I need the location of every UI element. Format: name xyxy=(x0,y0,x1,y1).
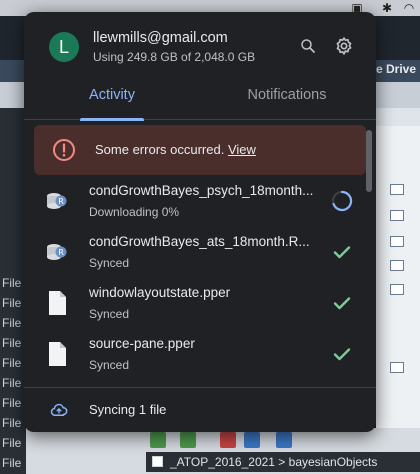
error-message: Some errors occurred. xyxy=(95,142,225,157)
active-tab-indicator xyxy=(80,118,144,121)
bluetooth-icon[interactable]: ✱ xyxy=(378,0,396,16)
settings-button[interactable] xyxy=(332,34,356,58)
wifi-icon[interactable]: ◠ xyxy=(400,0,418,16)
r-data-file-icon: R xyxy=(47,193,67,209)
table-icon xyxy=(390,184,404,195)
background-strip xyxy=(376,108,420,126)
new-folder-icon[interactable] xyxy=(150,432,166,448)
search-icon xyxy=(301,39,315,53)
gear-icon xyxy=(336,37,352,55)
svg-text:R: R xyxy=(58,197,64,206)
file-name: condGrowthBayes_ats_18month.R... xyxy=(89,234,310,249)
table-icon xyxy=(390,210,404,221)
table-icon xyxy=(390,236,404,247)
checkmark-icon xyxy=(333,297,351,310)
background-file-label: File xyxy=(2,356,22,370)
path-bar: _ATOP_2016_2021 > bayesianObjects xyxy=(146,452,420,472)
background-bottom-toolbar: _ATOP_2016_2021 > bayesianObjects xyxy=(26,428,420,474)
background-file-label: File xyxy=(2,436,22,450)
file-name: source-pane.pper xyxy=(89,336,195,351)
select-checkbox[interactable] xyxy=(152,456,163,467)
file-name: condGrowthBayes_psych_18month... xyxy=(89,183,314,198)
view-errors-link[interactable]: View xyxy=(228,142,256,157)
svg-text:R: R xyxy=(58,248,64,257)
tab-activity[interactable]: Activity xyxy=(64,80,160,121)
error-banner: Some errors occurred. View xyxy=(34,125,366,175)
tab-activity-label: Activity xyxy=(89,87,135,103)
background-file-label: File xyxy=(2,416,22,430)
background-file-label: File xyxy=(2,296,22,310)
background-file-label: File xyxy=(2,336,22,350)
error-icon xyxy=(53,139,75,161)
error-text: Some errors occurred. View xyxy=(95,142,256,157)
checkmark-icon xyxy=(333,348,351,361)
background-file-list: File File File File File File File File … xyxy=(0,108,26,474)
account-email: llewmills@gmail.com xyxy=(93,30,228,46)
drive-activity-popup: L llewmills@gmail.com Using 249.8 GB of … xyxy=(24,12,376,432)
path-text: _ATOP_2016_2021 > bayesianObjects xyxy=(170,455,378,469)
account-header: L llewmills@gmail.com Using 249.8 GB of … xyxy=(24,12,376,78)
list-scrollbar[interactable] xyxy=(366,130,372,192)
delete-icon[interactable] xyxy=(220,432,236,448)
background-file-label: File xyxy=(2,376,22,390)
file-status: Synced xyxy=(89,256,130,270)
tab-bar: Activity Notifications xyxy=(24,80,376,121)
avatar[interactable]: L xyxy=(49,32,79,62)
r-data-file-icon: R xyxy=(47,244,67,260)
background-file-label: File xyxy=(2,276,22,290)
background-right-panel xyxy=(376,108,420,474)
file-name: windowlayoutstate.pper xyxy=(89,285,231,300)
list-item[interactable]: windowlayoutstate.pper Synced xyxy=(24,277,376,328)
sync-status-footer[interactable]: Syncing 1 file xyxy=(24,387,376,432)
checkmark-icon xyxy=(333,246,351,259)
background-file-label: File xyxy=(2,396,22,410)
table-icon xyxy=(390,284,404,295)
add-icon[interactable] xyxy=(180,432,196,448)
progress-spinner-icon xyxy=(331,190,353,212)
sync-status-text: Syncing 1 file xyxy=(89,402,167,417)
file-status: Synced xyxy=(89,358,130,372)
cloud-sync-icon xyxy=(50,403,68,416)
search-button[interactable] xyxy=(296,34,320,58)
list-item[interactable]: R condGrowthBayes_ats_18month.R... Synce… xyxy=(24,226,376,277)
list-item[interactable]: source-pane.pper Synced xyxy=(24,328,376,379)
document-icon xyxy=(49,291,66,315)
table-icon xyxy=(390,362,404,373)
file-status: Downloading 0% xyxy=(89,205,180,219)
tab-notifications[interactable]: Notifications xyxy=(234,80,340,120)
rename-icon[interactable] xyxy=(244,432,260,448)
background-file-label: File xyxy=(2,316,22,330)
tab-notifications-label: Notifications xyxy=(247,87,327,103)
gear-icon[interactable] xyxy=(276,432,292,448)
table-icon xyxy=(390,260,404,271)
list-item[interactable]: R condGrowthBayes_psych_18month... Downl… xyxy=(24,175,376,226)
file-status: Synced xyxy=(89,307,130,321)
storage-usage: Using 249.8 GB of 2,048.0 GB xyxy=(93,50,256,64)
drive-label: e Drive xyxy=(376,62,417,76)
document-icon xyxy=(49,342,66,366)
background-file-label: File xyxy=(2,456,22,470)
